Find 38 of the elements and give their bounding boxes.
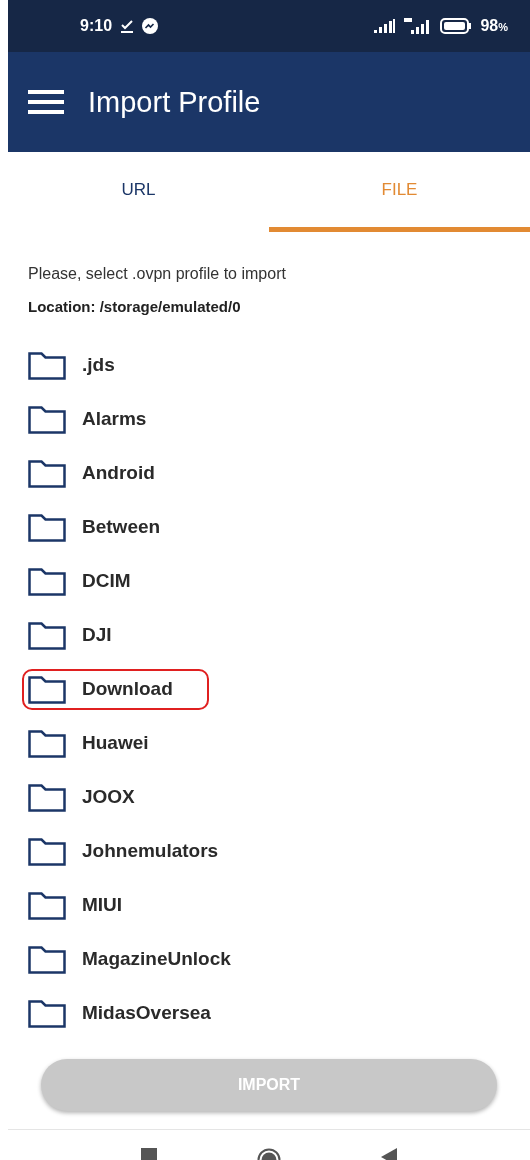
folder-item[interactable]: DCIM xyxy=(22,561,167,602)
folder-item[interactable]: Download xyxy=(22,669,209,710)
folder-icon xyxy=(28,513,66,542)
folder-item[interactable]: MIUI xyxy=(22,885,159,926)
location-path: Location: /storage/emulated/0 xyxy=(28,297,242,317)
signal-icon xyxy=(374,19,397,33)
recent-apps-icon[interactable] xyxy=(141,1147,157,1160)
folder-item[interactable]: Alarms xyxy=(22,399,183,440)
folder-icon xyxy=(28,837,66,866)
battery-icon xyxy=(440,18,473,34)
folder-icon xyxy=(28,459,66,488)
folder-icon xyxy=(28,999,66,1028)
folder-item[interactable]: Between xyxy=(22,507,197,548)
folder-icon xyxy=(28,621,66,650)
folder-item[interactable]: Android xyxy=(22,453,191,494)
folder-icon xyxy=(28,729,66,758)
folder-icon xyxy=(28,405,66,434)
back-icon[interactable] xyxy=(381,1147,397,1160)
screen-title: Import Profile xyxy=(88,84,261,120)
folder-item[interactable]: MidasOversea xyxy=(22,993,247,1034)
folder-item[interactable]: DJI xyxy=(22,615,148,656)
folder-item[interactable]: Johnemulators xyxy=(22,831,255,872)
folder-item[interactable]: Huawei xyxy=(22,723,185,764)
folder-icon xyxy=(28,783,66,812)
menu-icon[interactable] xyxy=(28,90,64,114)
folder-icon xyxy=(28,945,66,974)
folder-item[interactable]: JOOX xyxy=(22,777,171,818)
folder-icon xyxy=(28,567,66,596)
folder-item[interactable]: MagazineUnlock xyxy=(22,939,267,980)
instruction-text: Please, select .ovpn profile to import xyxy=(28,264,287,284)
download-done-icon xyxy=(120,19,135,33)
folder-icon xyxy=(28,675,66,704)
battery-percent: 98% xyxy=(480,16,508,36)
folder-item[interactable]: .jds xyxy=(22,345,151,386)
folder-icon xyxy=(28,891,66,920)
clock-time: 9:10 xyxy=(80,16,113,36)
folder-icon xyxy=(28,351,66,380)
messenger-icon xyxy=(142,18,159,34)
